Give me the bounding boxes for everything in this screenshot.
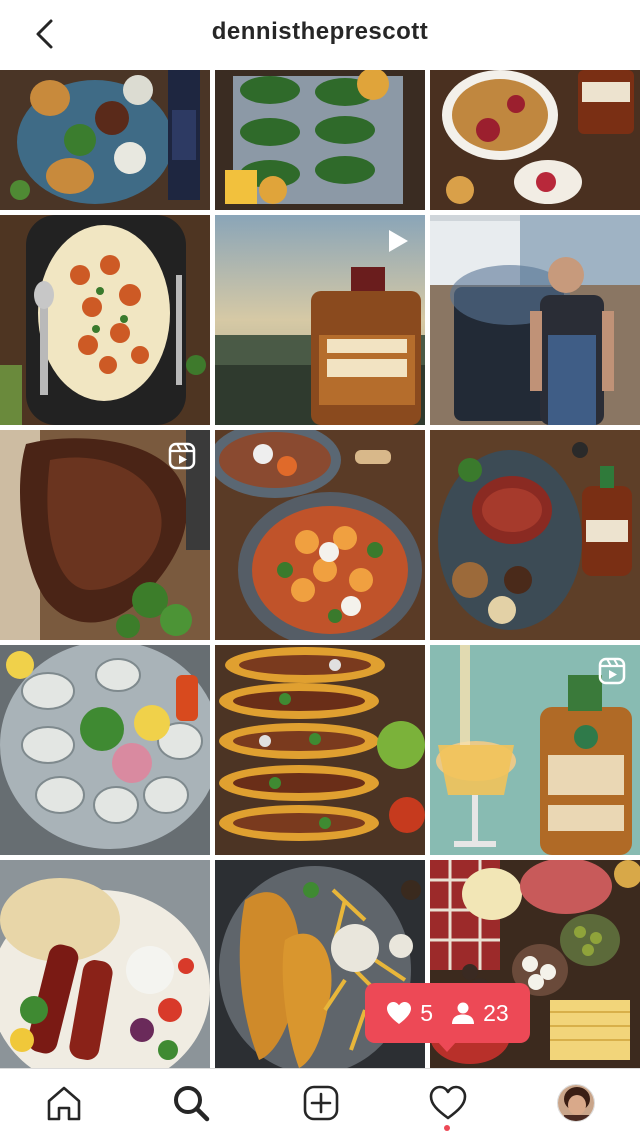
activity-indicator-dot bbox=[444, 1125, 450, 1131]
create-icon bbox=[303, 1085, 339, 1121]
nav-profile[interactable] bbox=[556, 1083, 596, 1123]
post-tile[interactable] bbox=[430, 215, 640, 425]
home-icon bbox=[47, 1086, 81, 1121]
reels-icon bbox=[598, 657, 626, 685]
post-tile[interactable] bbox=[430, 430, 640, 640]
post-thumbnail bbox=[215, 645, 425, 855]
play-icon bbox=[389, 230, 408, 252]
heart-filled-icon bbox=[387, 1002, 412, 1024]
post-thumbnail bbox=[0, 860, 210, 1068]
post-tile[interactable] bbox=[430, 70, 640, 210]
post-tile[interactable] bbox=[215, 430, 425, 640]
heart-outline-icon bbox=[429, 1085, 467, 1120]
post-thumbnail bbox=[215, 430, 425, 640]
post-thumbnail bbox=[430, 430, 640, 640]
nav-search[interactable] bbox=[171, 1083, 211, 1123]
post-thumbnail bbox=[0, 215, 210, 425]
followers-count: 23 bbox=[483, 999, 509, 1026]
post-tile[interactable] bbox=[0, 860, 210, 1068]
post-thumbnail bbox=[0, 645, 210, 855]
post-tile[interactable] bbox=[0, 70, 210, 210]
post-tile[interactable] bbox=[215, 70, 425, 210]
post-tile[interactable] bbox=[0, 430, 210, 640]
person-icon bbox=[452, 1002, 475, 1024]
reels-icon bbox=[168, 442, 196, 470]
activity-notification-bubble[interactable]: 5 23 bbox=[365, 983, 530, 1043]
post-thumbnail bbox=[0, 70, 210, 210]
post-tile[interactable] bbox=[0, 215, 210, 425]
post-thumbnail bbox=[215, 70, 425, 210]
post-tile[interactable] bbox=[0, 645, 210, 855]
search-icon bbox=[174, 1086, 210, 1122]
post-tile[interactable] bbox=[430, 645, 640, 855]
post-thumbnail bbox=[430, 215, 640, 425]
profile-username: dennistheprescott bbox=[211, 18, 429, 45]
nav-create[interactable] bbox=[301, 1083, 341, 1123]
post-tile[interactable] bbox=[215, 645, 425, 855]
top-bar: dennistheprescott bbox=[0, 0, 640, 68]
bubble-pointer bbox=[437, 1041, 457, 1052]
nav-activity[interactable] bbox=[428, 1083, 468, 1123]
profile-avatar bbox=[557, 1084, 595, 1122]
nav-home[interactable] bbox=[44, 1083, 84, 1123]
post-thumbnail bbox=[430, 70, 640, 210]
post-grid bbox=[0, 70, 640, 1068]
bottom-navigation bbox=[0, 1068, 640, 1138]
post-tile[interactable] bbox=[215, 215, 425, 425]
likes-count: 5 bbox=[420, 999, 434, 1026]
